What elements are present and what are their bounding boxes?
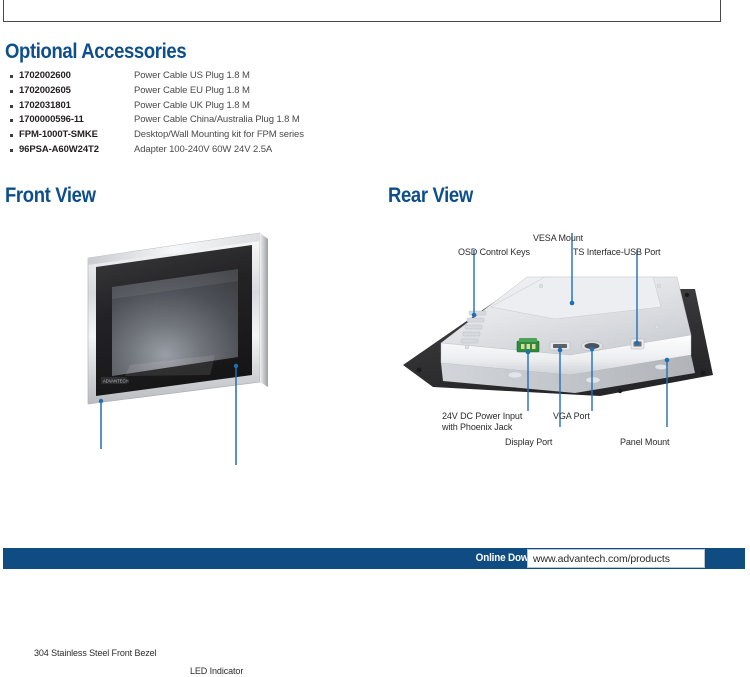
mount-hole [617,388,623,394]
brand-logo-text: ADVANTECH [103,379,129,384]
list-item: 1700000596-11 Power Cable China/Australi… [10,114,370,129]
chassis-detail [654,364,668,370]
accessory-code: 96PSA-A60W24T2 [19,143,99,155]
accessory-code: 1702002605 [19,84,71,96]
bullet-icon [10,104,13,108]
bullet-icon [10,75,13,78]
callout-label-vesa-mount: VESA Mount [533,233,584,243]
screw-boss [654,324,660,330]
accessories-list: 1702002600 Power Cable US Plug 1.8 M 170… [10,70,370,159]
mount-hole [416,367,422,373]
list-item: 1702002605 Power Cable EU Plug 1.8 M [10,85,370,100]
chassis-detail [507,371,523,379]
accessory-description: Power Cable China/Australia Plug 1.8 M [134,114,300,126]
bullet-icon [10,148,13,152]
accessory-description: Desktop/Wall Mounting kit for FPM series [134,129,304,141]
list-item: 96PSA-A60W24T2 Adapter 100-240V 60W 24V … [10,144,370,159]
callout-label-panel-mount: Panel Mount [620,437,670,447]
accessory-code: 1702031801 [19,99,71,111]
callout-label-power-input-line2: with Phoenix Jack [442,422,513,432]
accessory-code: 1700000596-11 [19,114,84,126]
callout-label-display-port: Display Port [505,437,553,447]
mount-hole [700,370,706,376]
screw-boss [657,283,662,288]
footer-url-text[interactable]: www.advantech.com/products [533,553,670,565]
mount-hole [684,292,690,298]
accessory-description: Adapter 100-240V 60W 24V 2.5A [134,143,273,155]
bezel-right-edge [260,233,268,387]
callout-label-led-indicator: LED Indicator [190,666,244,676]
callout-label-power-input-line1: 24V DC Power Input [442,411,523,421]
panel-cutout-spec-box: Panel Cutout Dimensions: 350 x 277 mm (1… [3,0,721,22]
list-item: 1702031801 Power Cable UK Plug 1.8 M [10,100,370,115]
section-heading-rear-view: Rear View [388,184,473,207]
front-view-figure: ADVANTECH 304 Stainless Steel Front Beze… [0,215,330,676]
screw-boss [538,283,543,288]
chassis-detail [585,376,601,384]
callout-label-stainless-bezel: 304 Stainless Steel Front Bezel [34,648,157,658]
accessory-description: Power Cable EU Plug 1.8 M [134,84,250,96]
callout-label-ts-usb-port: TS Interface-USB Port [573,247,661,257]
callout-label-vga-port: VGA Port [553,411,590,421]
list-item: FPM-1000T-SMKE Desktop/Wall Mounting kit… [10,129,370,144]
accessory-description: Power Cable US Plug 1.8 M [134,70,250,81]
accessory-code: 1702002600 [19,70,71,81]
list-item: 1702002600 Power Cable US Plug 1.8 M [10,70,370,85]
rear-view-figure: VESA Mount OSD Control Keys TS Interface… [395,215,750,465]
section-heading-optional-accessories: Optional Accessories [5,40,187,63]
bullet-icon [10,134,13,138]
accessory-description: Power Cable UK Plug 1.8 M [134,99,250,111]
front-view-illustration: ADVANTECH [87,232,268,465]
callout-label-osd-control-keys: OSD Control Keys [458,247,530,257]
accessory-code: FPM-1000T-SMKE [19,129,98,141]
bullet-icon [10,119,13,123]
bullet-icon [10,89,13,93]
screw-boss [464,344,470,350]
section-heading-front-view: Front View [5,184,96,207]
